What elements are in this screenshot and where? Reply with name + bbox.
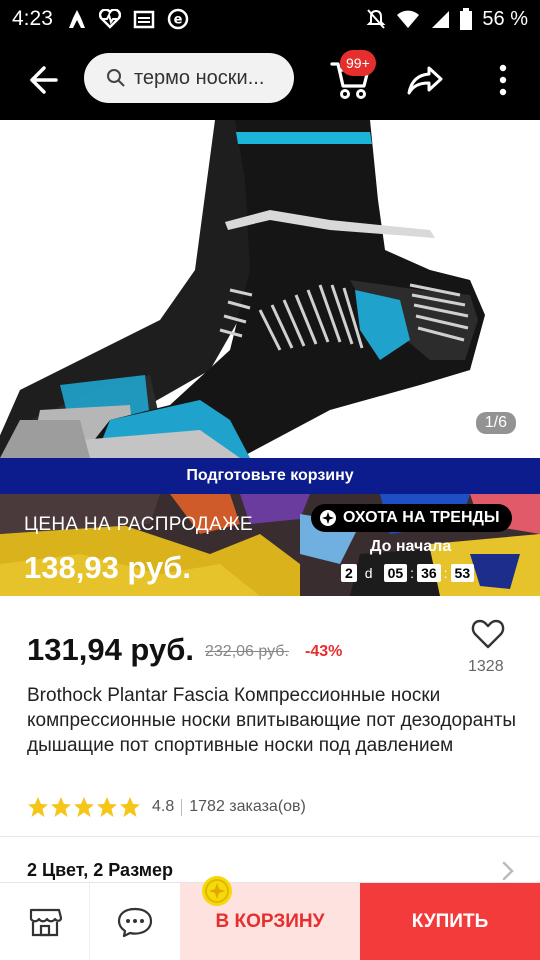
countdown-days-unit: d bbox=[364, 565, 373, 581]
section-divider bbox=[0, 836, 540, 837]
trend-hunt-label: ОХОТА НА ТРЕНДЫ bbox=[343, 509, 500, 526]
variant-selector[interactable]: 2 Цвет, 2 Размер bbox=[27, 860, 173, 881]
trend-hunt-badge: ОХОТА НА ТРЕНДЫ bbox=[311, 504, 512, 532]
chat-icon bbox=[117, 907, 153, 938]
sale-banner[interactable]: ЦЕНА НА РАСПРОДАЖЕ 138,93 руб. ОХОТА НА … bbox=[0, 494, 540, 596]
countdown-separator: : bbox=[443, 565, 448, 581]
rating-divider bbox=[181, 798, 183, 816]
ribbon-icon bbox=[68, 10, 85, 28]
more-options-icon[interactable] bbox=[490, 62, 516, 98]
countdown-seconds: 53 bbox=[450, 564, 475, 582]
status-time: 4:23 bbox=[12, 7, 53, 30]
heart-icon[interactable] bbox=[470, 616, 506, 652]
back-arrow-icon[interactable] bbox=[22, 60, 62, 100]
current-price: 131,94 руб. bbox=[27, 632, 194, 667]
sale-price: 138,93 руб. bbox=[24, 550, 191, 585]
wifi-icon bbox=[397, 10, 420, 28]
app-bar: термо носки... 99+ bbox=[0, 38, 540, 120]
share-icon[interactable] bbox=[405, 62, 445, 98]
buy-now-button[interactable]: КУПИТЬ bbox=[360, 883, 540, 960]
status-bar: 4:23 e 56 % bbox=[0, 0, 540, 38]
svg-text:e: e bbox=[173, 13, 182, 28]
countdown-label: До начала bbox=[370, 538, 452, 555]
gallery-pager: 1/6 bbox=[475, 412, 516, 434]
product-image bbox=[0, 120, 485, 458]
favorites-count: 1328 bbox=[468, 658, 504, 675]
e-icon: e bbox=[167, 8, 189, 30]
sale-price-label: ЦЕНА НА РАСПРОДАЖЕ bbox=[24, 514, 253, 535]
countdown-timer: 2 d 05 : 36 : 53 bbox=[341, 564, 475, 582]
countdown-days: 2 bbox=[341, 564, 357, 582]
product-page: 4:23 e 56 % термо носки... 99+ 1/6 Подго… bbox=[0, 0, 540, 960]
bottom-action-bar: В КОРЗИНУ КУПИТЬ bbox=[0, 882, 540, 960]
system-icons: 56 % bbox=[366, 8, 528, 31]
battery-percent: 56 % bbox=[482, 7, 528, 30]
cart-badge: 99+ bbox=[340, 50, 376, 76]
signal-icon bbox=[432, 11, 450, 28]
battery-icon bbox=[460, 8, 473, 30]
search-query-text: термо носки... bbox=[134, 66, 265, 89]
product-image-gallery[interactable]: 1/6 bbox=[0, 120, 540, 458]
mute-bell-icon bbox=[366, 9, 386, 29]
store-icon bbox=[29, 908, 62, 937]
rating-row[interactable]: 4.8 1782 заказа(ов) bbox=[27, 796, 306, 818]
star-icon bbox=[97, 797, 117, 817]
countdown-separator: : bbox=[410, 565, 415, 581]
chevron-right-icon[interactable] bbox=[500, 860, 516, 882]
countdown-minutes: 36 bbox=[417, 564, 441, 582]
countdown-hours: 05 bbox=[383, 564, 408, 582]
coin-icon bbox=[202, 876, 232, 906]
old-price: 232,06 руб. bbox=[205, 643, 289, 660]
product-title: Brothock Plantar Fascia Компрессионные н… bbox=[27, 685, 517, 756]
star-icon bbox=[51, 797, 71, 817]
sparkle-icon bbox=[320, 510, 336, 526]
calendar-icon bbox=[133, 10, 155, 29]
search-icon bbox=[107, 69, 125, 87]
discount-percent: -43% bbox=[305, 643, 343, 660]
chat-button[interactable] bbox=[90, 883, 180, 960]
rating-value: 4.8 bbox=[152, 798, 175, 815]
heart-pulse-icon bbox=[98, 9, 121, 29]
store-button[interactable] bbox=[0, 883, 90, 960]
notification-icons: e bbox=[67, 8, 189, 30]
prepare-cart-banner[interactable]: Подготовьте корзину bbox=[0, 458, 540, 494]
orders-count: 1782 заказа(ов) bbox=[189, 798, 306, 815]
star-icon bbox=[74, 797, 94, 817]
star-icon bbox=[28, 797, 48, 817]
star-icon bbox=[120, 797, 140, 817]
search-bar[interactable]: термо носки... bbox=[84, 53, 294, 103]
